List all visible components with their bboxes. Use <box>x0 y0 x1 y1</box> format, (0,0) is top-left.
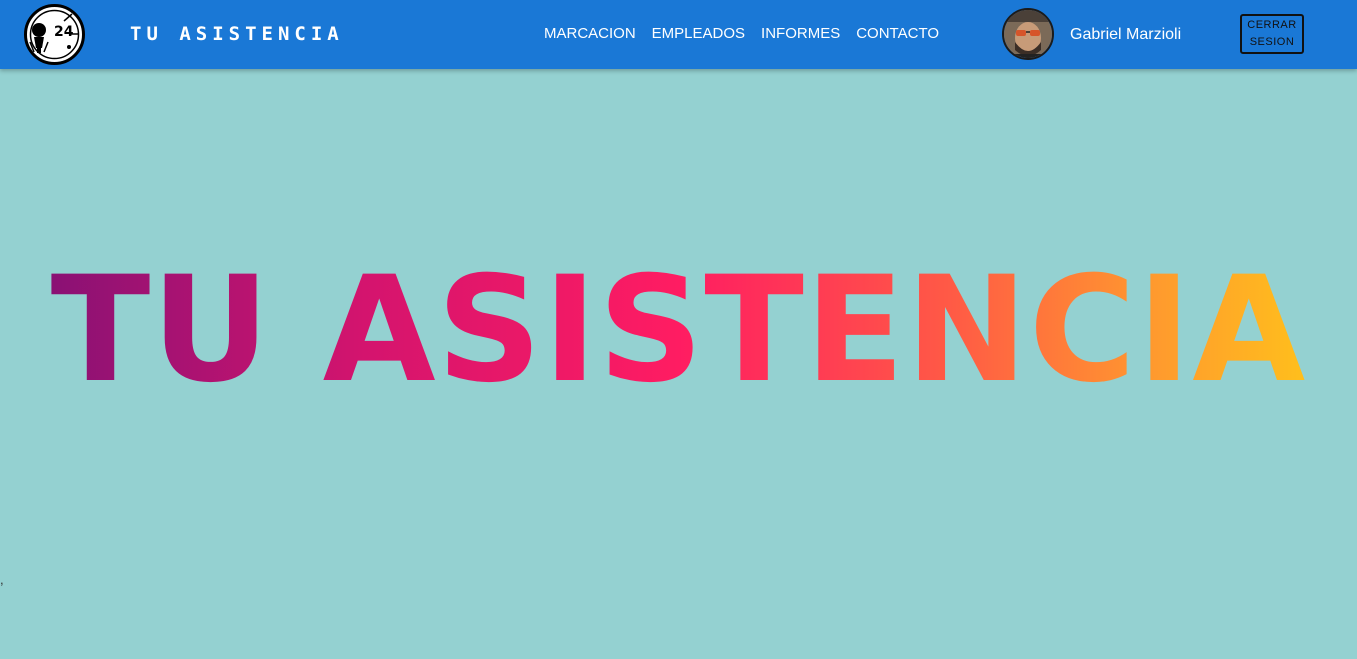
top-navbar: 24 TU ASISTENCIA MARCACION EMPLEADOS INF… <box>0 0 1357 69</box>
nav-item-marcacion[interactable]: MARCACION <box>544 25 636 43</box>
logout-button[interactable]: CERRAR SESION <box>1240 14 1304 54</box>
svg-text:24: 24 <box>54 24 74 40</box>
user-photo-icon <box>1004 10 1052 58</box>
clock-24-logo-icon[interactable]: 24 <box>24 4 85 65</box>
brand-title: TU ASISTENCIA <box>130 23 344 45</box>
user-avatar[interactable] <box>1002 8 1054 60</box>
stray-text: , <box>0 572 4 587</box>
nav-item-informes[interactable]: INFORMES <box>761 25 840 43</box>
hero-title-text: TU ASISTENCIA <box>50 245 1307 415</box>
nav-item-empleados[interactable]: EMPLEADOS <box>652 25 745 43</box>
main-nav: MARCACION EMPLEADOS INFORMES CONTACTO <box>544 25 939 43</box>
user-name: Gabriel Marzioli <box>1070 26 1182 43</box>
hero-title: TU ASISTENCIA <box>0 240 1357 420</box>
nav-item-contacto[interactable]: CONTACTO <box>856 25 939 43</box>
